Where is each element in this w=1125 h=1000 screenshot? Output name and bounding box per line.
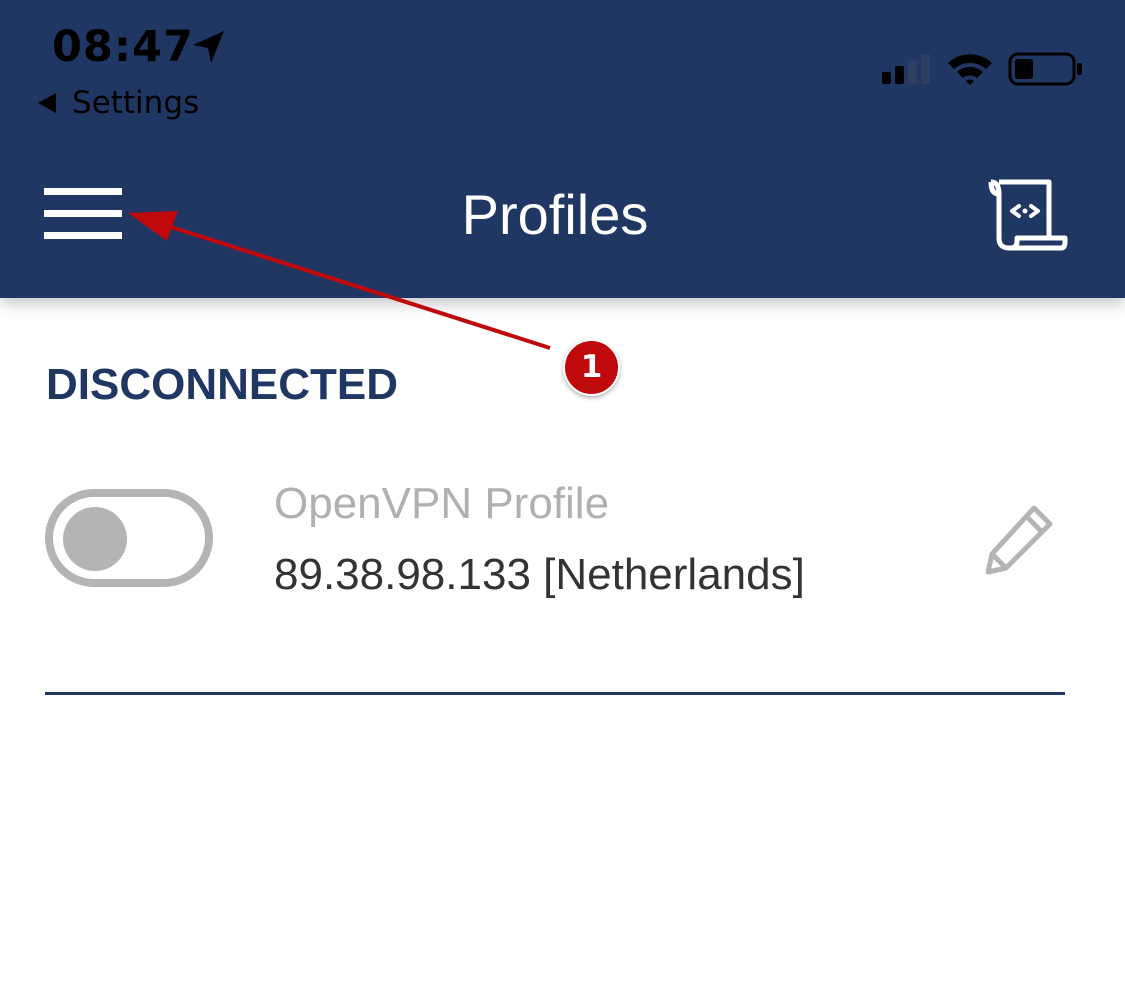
profile-connect-toggle[interactable] (45, 489, 213, 587)
annotation-badge: 1 (563, 339, 620, 396)
back-arrow-icon (38, 93, 56, 113)
location-arrow-icon (193, 31, 224, 63)
import-profile-scroll-icon[interactable] (985, 176, 1071, 254)
wifi-icon (948, 54, 992, 85)
status-time: 08:47 (52, 22, 194, 72)
page-title: Profiles (461, 183, 649, 246)
app-header: 08:47 Settings Profiles (0, 0, 1125, 298)
pencil-icon[interactable] (982, 502, 1056, 576)
profile-name: OpenVPN Profile (274, 479, 610, 528)
divider (45, 692, 1065, 695)
back-to-settings-link[interactable]: Settings (38, 84, 199, 122)
back-to-settings-label: Settings (72, 85, 200, 121)
battery-low-icon (1008, 52, 1082, 86)
profile-server: 89.38.98.133 [Netherlands] (274, 550, 805, 599)
connection-status: DISCONNECTED (46, 360, 399, 409)
cellular-signal-icon (882, 54, 930, 84)
toggle-knob (63, 507, 127, 571)
